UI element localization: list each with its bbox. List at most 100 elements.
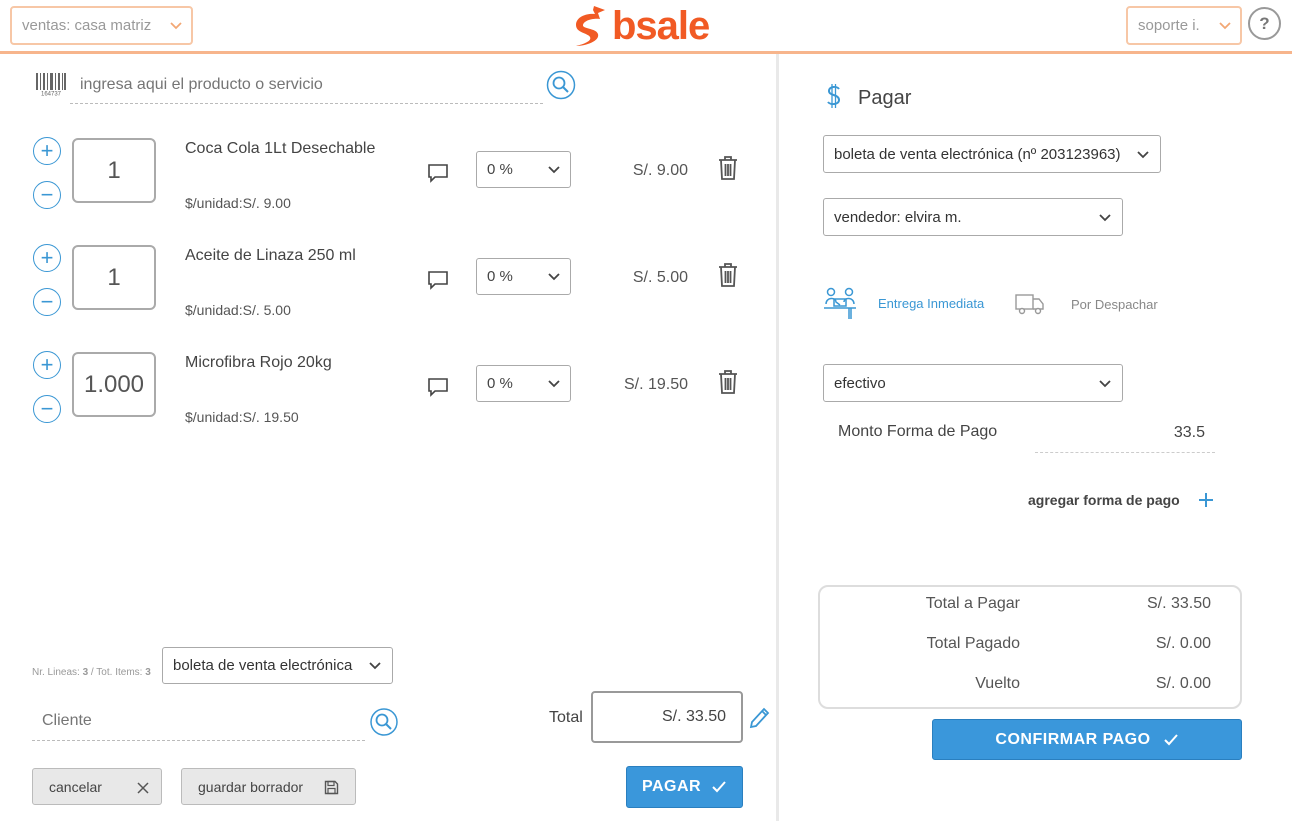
chevron-down-icon xyxy=(1099,380,1111,388)
line-total: S/. 9.00 xyxy=(632,162,688,179)
quantity-field[interactable]: 1 xyxy=(72,245,156,310)
document-type-value: boleta de venta electrónica xyxy=(173,657,353,674)
change-label: Vuelto xyxy=(975,675,1020,692)
quantity-field[interactable]: 1 xyxy=(72,138,156,203)
pencil-icon[interactable] xyxy=(748,706,770,730)
bsale-logo: bsale xyxy=(574,3,710,49)
chevron-down-icon xyxy=(548,166,560,174)
unit-price: $/unidad:S/. 9.00 xyxy=(185,195,291,211)
chevron-down-icon xyxy=(1137,151,1149,159)
decrease-qty-button[interactable]: − xyxy=(33,395,61,423)
cancel-button[interactable]: cancelar xyxy=(32,768,162,805)
handover-icon xyxy=(824,287,856,319)
help-button[interactable]: ? xyxy=(1248,7,1281,40)
dollar-icon xyxy=(827,84,841,108)
amount-input[interactable]: 33.5 xyxy=(1035,416,1215,453)
change-value: S/. 0.00 xyxy=(1155,675,1211,692)
chevron-down-icon xyxy=(369,662,381,670)
discount-value: 0 % xyxy=(487,161,513,178)
delivery-dispatch-label: Por Despachar xyxy=(1071,296,1158,312)
header: ventas: casa matriz bsale soporte i. ? xyxy=(0,0,1292,54)
increase-qty-button[interactable]: + xyxy=(33,137,61,165)
discount-value: 0 % xyxy=(487,375,513,392)
items-label: / Tot. Items: xyxy=(88,667,146,678)
plus-icon[interactable] xyxy=(1199,493,1213,507)
barcode-icon[interactable]: 164737 xyxy=(35,72,67,96)
client-search-icon[interactable] xyxy=(369,707,399,737)
save-draft-label: guardar borrador xyxy=(198,778,304,795)
save-draft-button[interactable]: guardar borrador xyxy=(181,768,356,805)
chevron-down-icon xyxy=(1219,22,1231,30)
floppy-disk-icon xyxy=(324,780,339,795)
payment-title: Pagar xyxy=(858,87,912,109)
check-icon xyxy=(712,781,726,793)
product-search-input[interactable] xyxy=(70,66,543,104)
payment-panel: Pagar boleta de venta electrónica (nº 20… xyxy=(779,54,1292,821)
decrease-qty-button[interactable]: − xyxy=(33,181,61,209)
total-paid-value: S/. 0.00 xyxy=(1155,635,1211,652)
comment-icon[interactable] xyxy=(427,269,449,291)
chevron-down-icon xyxy=(1099,214,1111,222)
client-input[interactable] xyxy=(32,702,365,741)
total-paid-label: Total Pagado xyxy=(926,635,1020,652)
unit-price: $/unidad:S/. 5.00 xyxy=(185,302,291,318)
chevron-down-icon xyxy=(548,273,560,281)
increase-qty-button[interactable]: + xyxy=(33,351,61,379)
cancel-label: cancelar xyxy=(49,778,102,795)
check-icon xyxy=(1163,733,1178,745)
payment-document-value: boleta de venta electrónica (nº 20312396… xyxy=(834,145,1121,163)
user-select-value: soporte i. xyxy=(1138,17,1200,34)
discount-select[interactable]: 0 % xyxy=(476,151,571,188)
delivery-immediate-option[interactable]: Entrega Inmediata xyxy=(823,286,984,320)
trash-icon[interactable] xyxy=(717,262,739,288)
delivery-immediate-label: Entrega Inmediata xyxy=(878,295,985,311)
line-total: S/. 5.00 xyxy=(632,269,688,286)
increase-qty-button[interactable]: + xyxy=(33,244,61,272)
delivery-dispatch-option[interactable]: Por Despachar xyxy=(1015,292,1158,316)
svg-text:164737: 164737 xyxy=(41,92,62,97)
payment-document-select[interactable]: boleta de venta electrónica (nº 20312396… xyxy=(823,135,1161,173)
decrease-qty-button[interactable]: − xyxy=(33,288,61,316)
total-to-pay-label: Total a Pagar xyxy=(925,595,1020,612)
comment-icon[interactable] xyxy=(427,162,449,184)
chevron-down-icon xyxy=(170,22,182,30)
payment-method-select[interactable]: efectivo xyxy=(823,364,1123,402)
unit-price: $/unidad:S/. 19.50 xyxy=(185,409,299,425)
total-value-box: S/. 33.50 xyxy=(591,691,743,743)
line-counts: Nr. Lineas: 3 / Tot. Items: 3 xyxy=(32,667,151,678)
product-name: Microfibra Rojo 20kg xyxy=(185,354,332,371)
payment-method-value: efectivo xyxy=(834,374,886,392)
chevron-down-icon xyxy=(548,380,560,388)
add-payment-method-label[interactable]: agregar forma de pago xyxy=(1028,492,1180,508)
confirm-payment-button[interactable]: CONFIRMAR PAGO xyxy=(932,719,1242,760)
discount-select[interactable]: 0 % xyxy=(476,365,571,402)
close-icon xyxy=(137,782,149,794)
seller-value: vendedor: elvira m. xyxy=(834,208,962,226)
product-name: Coca Cola 1Lt Desechable xyxy=(185,140,376,157)
comment-icon[interactable] xyxy=(427,376,449,398)
seller-select[interactable]: vendedor: elvira m. xyxy=(823,198,1123,236)
quantity-field[interactable]: 1.000 xyxy=(72,352,156,417)
product-name: Aceite de Linaza 250 ml xyxy=(185,247,356,264)
discount-value: 0 % xyxy=(487,268,513,285)
discount-select[interactable]: 0 % xyxy=(476,258,571,295)
amount-label: Monto Forma de Pago xyxy=(838,423,998,440)
help-label: ? xyxy=(1259,13,1270,33)
lines-label: Nr. Lineas: xyxy=(32,667,83,678)
logo-text: bsale xyxy=(612,4,710,48)
line-total: S/. 19.50 xyxy=(623,376,688,393)
pay-button[interactable]: PAGAR xyxy=(626,766,743,808)
items-value: 3 xyxy=(145,667,151,678)
branch-select[interactable]: ventas: casa matriz xyxy=(10,6,193,45)
total-to-pay-value: S/. 33.50 xyxy=(1146,595,1211,612)
user-select[interactable]: soporte i. xyxy=(1126,6,1242,45)
trash-icon[interactable] xyxy=(717,155,739,181)
sale-panel: 164737 + − 1 Coca Cola 1Lt Desechable $/… xyxy=(0,54,776,821)
trash-icon[interactable] xyxy=(717,369,739,395)
search-icon[interactable] xyxy=(546,70,576,100)
pay-label: PAGAR xyxy=(641,778,702,795)
payment-summary: Total a Pagar S/. 33.50 Total Pagado S/.… xyxy=(818,585,1242,709)
truck-icon xyxy=(1015,294,1044,315)
document-type-select[interactable]: boleta de venta electrónica xyxy=(162,647,393,684)
branch-select-value: ventas: casa matriz xyxy=(22,17,152,34)
